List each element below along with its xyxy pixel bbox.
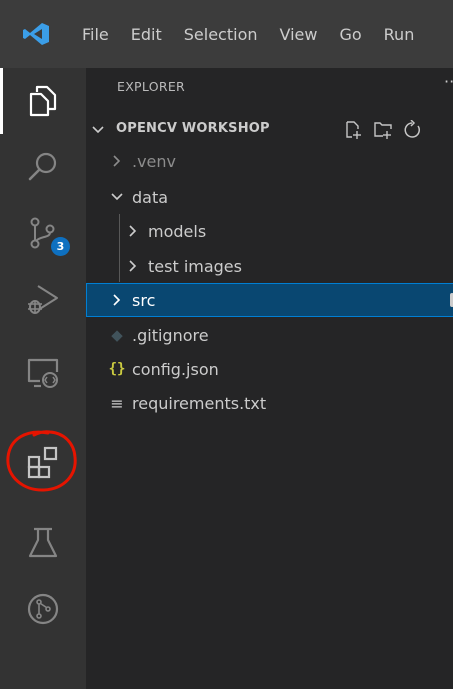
new-file-icon [346, 121, 361, 139]
tree-item-requirements[interactable]: ≡ requirements.txt [86, 386, 453, 420]
git-graph-icon[interactable] [0, 576, 86, 642]
vscode-logo-icon [23, 23, 49, 45]
testing-icon[interactable] [0, 510, 86, 576]
menu-selection[interactable]: Selection [184, 25, 258, 44]
search-icon[interactable] [0, 134, 86, 200]
explorer-title: EXPLORER [117, 79, 186, 94]
git-circle-icon [27, 593, 59, 625]
monitor-remote-icon [27, 358, 59, 388]
tree-item-src[interactable]: src [86, 283, 453, 317]
play-bug-icon [28, 285, 58, 314]
chevron-right-icon [113, 294, 121, 306]
tree-item-label: src [132, 290, 156, 310]
section-actions [342, 118, 432, 142]
more-actions-icon[interactable]: ··· [444, 72, 453, 91]
flask-icon [28, 527, 58, 558]
refresh-button[interactable] [402, 119, 424, 141]
run-debug-icon[interactable] [0, 266, 86, 332]
tree-item-label: .gitignore [132, 325, 209, 345]
tree-item-label: test images [148, 256, 242, 276]
chevron-down-icon [111, 193, 123, 201]
tree-item-label: models [148, 221, 207, 241]
magnifier-icon [28, 152, 57, 181]
gitignore-file-icon: ◆ [111, 326, 123, 344]
menu-view[interactable]: View [280, 25, 318, 44]
tree-item-label: data [132, 187, 169, 207]
tree-item-config-json[interactable]: {} config.json [86, 352, 453, 386]
menu-items: File Edit Selection View Go Run [82, 0, 436, 68]
active-indicator [0, 68, 3, 134]
explorer-sidebar: EXPLORER ··· OPENCV WORKSHOP [86, 68, 453, 689]
workspace-section-header[interactable]: OPENCV WORKSHOP [86, 118, 453, 142]
tree-item-models[interactable]: models [86, 214, 453, 248]
text-file-icon: ≡ [110, 393, 124, 413]
new-folder-icon [374, 122, 392, 139]
new-folder-button[interactable] [372, 119, 394, 141]
json-file-icon: {} [108, 361, 126, 377]
tree-item-label: requirements.txt [132, 393, 267, 413]
explorer-icon[interactable] [0, 68, 86, 134]
remote-explorer-icon[interactable] [0, 340, 86, 406]
source-control-badge: 3 [51, 237, 70, 256]
tree-item-venv[interactable]: .venv [86, 144, 453, 178]
chevron-down-icon [92, 126, 104, 134]
tree-item-data[interactable]: data [86, 180, 453, 214]
chevron-right-icon [129, 260, 137, 272]
tree-item-test-images[interactable]: test images [86, 249, 453, 283]
new-file-button[interactable] [342, 119, 364, 141]
vscode-window: File Edit Selection View Go Run 3 EXPLOR… [0, 0, 453, 689]
chevron-right-icon [129, 225, 137, 237]
menu-run[interactable]: Run [384, 25, 415, 44]
chevron-right-icon [113, 155, 121, 167]
highlight-circle [6, 430, 77, 492]
tree-item-gitignore[interactable]: ◆ .gitignore [86, 318, 453, 352]
source-control-icon[interactable]: 3 [0, 200, 86, 266]
tree-item-label: .venv [132, 151, 177, 171]
menu-bar: File Edit Selection View Go Run [0, 0, 453, 68]
refresh-icon [404, 120, 420, 138]
activity-bar: 3 [0, 68, 86, 689]
files-icon [29, 85, 57, 117]
workspace-title: OPENCV WORKSHOP [116, 121, 270, 136]
tree-item-label: config.json [132, 359, 219, 379]
menu-go[interactable]: Go [339, 25, 361, 44]
menu-edit[interactable]: Edit [131, 25, 162, 44]
menu-file[interactable]: File [82, 25, 109, 44]
